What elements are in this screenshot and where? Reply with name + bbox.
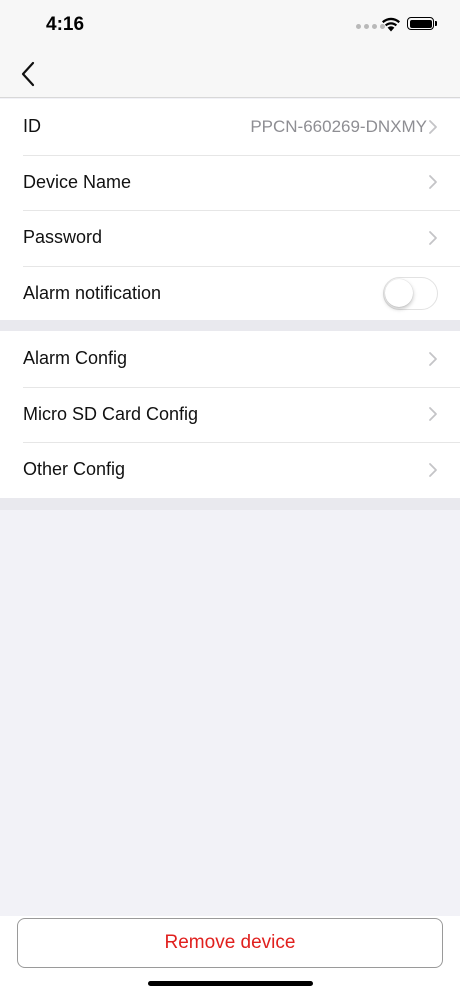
row-other-config-label: Other Config xyxy=(23,459,126,480)
row-id[interactable]: ID PPCN-660269-DNXMY xyxy=(0,99,460,155)
chevron-right-icon xyxy=(429,175,437,190)
footer: Remove device xyxy=(0,916,460,996)
row-micro-sd-card-config[interactable]: Micro SD Card Config xyxy=(0,386,460,442)
row-alarm-config-label: Alarm Config xyxy=(23,348,128,369)
toggle-knob xyxy=(385,278,413,307)
alarm-notification-toggle[interactable] xyxy=(383,276,438,310)
config-group: Alarm Config Micro SD Card Config Other … xyxy=(0,331,460,498)
row-device-name-label: Device Name xyxy=(23,171,132,192)
row-password-label: Password xyxy=(23,227,103,248)
device-info-group: ID PPCN-660269-DNXMY Device Name Passwor… xyxy=(0,99,460,321)
remove-device-label: Remove device xyxy=(164,932,296,953)
home-indicator xyxy=(148,981,313,986)
device-id-value: PPCN-660269-DNXMY xyxy=(250,116,427,136)
section-divider xyxy=(0,498,460,510)
row-id-label: ID xyxy=(23,116,41,137)
chevron-right-icon xyxy=(429,407,437,422)
section-divider xyxy=(0,320,460,331)
back-button[interactable] xyxy=(14,56,48,92)
chevron-right-icon xyxy=(429,462,437,477)
row-alarm-notification-label: Alarm notification xyxy=(23,282,162,303)
device-settings-screen: 4:16 ID PPCN-660269-DNXMY Device Name Pa… xyxy=(0,0,460,996)
chevron-right-icon xyxy=(429,119,437,134)
wifi-icon xyxy=(382,17,400,32)
chevron-left-icon xyxy=(21,61,35,87)
row-password[interactable]: Password xyxy=(0,210,460,266)
status-bar: 4:16 xyxy=(0,0,460,50)
battery-icon xyxy=(407,17,437,30)
chevron-right-icon xyxy=(429,351,437,366)
row-alarm-config[interactable]: Alarm Config xyxy=(0,331,460,387)
status-time: 4:16 xyxy=(46,14,85,35)
remove-device-button[interactable]: Remove device xyxy=(17,918,443,968)
row-other-config[interactable]: Other Config xyxy=(0,442,460,498)
chevron-right-icon xyxy=(429,230,437,245)
row-alarm-notification: Alarm notification xyxy=(0,265,460,321)
row-device-name[interactable]: Device Name xyxy=(0,154,460,210)
row-micro-sd-card-config-label: Micro SD Card Config xyxy=(23,403,199,424)
navigation-bar xyxy=(0,50,460,98)
